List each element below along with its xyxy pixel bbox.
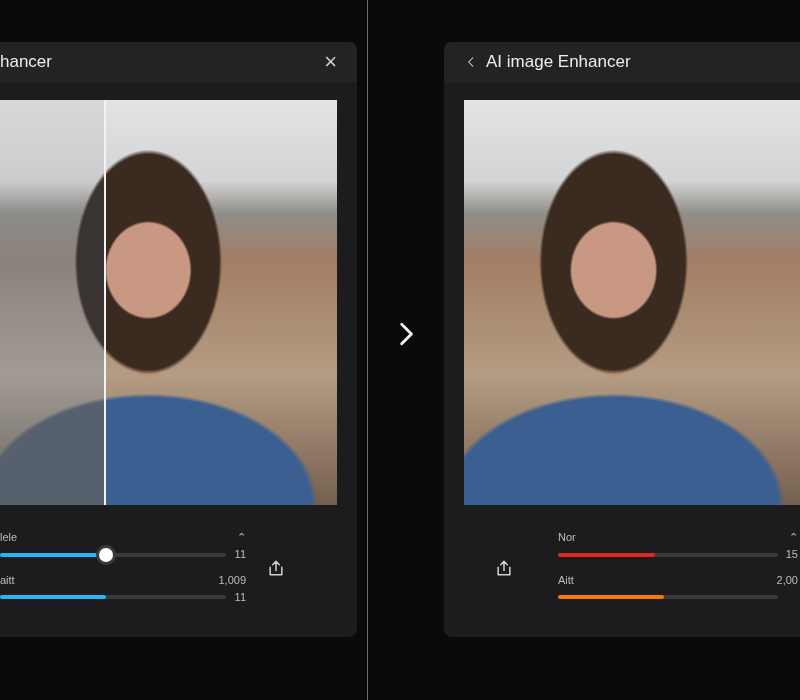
- divider-line: [367, 0, 368, 700]
- slider-knob[interactable]: [96, 545, 116, 565]
- controls: Nor ⌃15 Aitt 2,00: [444, 505, 800, 606]
- slider-group: Nor ⌃15 Aitt 2,00: [558, 529, 798, 606]
- title-bar: AI image Enhancer: [444, 42, 800, 82]
- slider-reading: 15: [784, 546, 798, 563]
- slider-value: 1,009: [218, 572, 246, 589]
- slider-reading: 11: [232, 546, 246, 563]
- slider-track[interactable]: [558, 595, 778, 599]
- slider-value: 2,00: [777, 572, 798, 589]
- slider-label: aitt: [0, 572, 15, 589]
- slider-line: 11: [0, 546, 246, 564]
- slider-track[interactable]: [558, 553, 778, 557]
- panel-title: AI image Enhancer: [486, 49, 800, 75]
- slider-track[interactable]: [0, 595, 226, 599]
- slider-fill: [558, 553, 655, 557]
- slider-fill: [0, 595, 106, 599]
- slider-line: 11: [0, 588, 246, 606]
- slider-fill: [558, 595, 664, 599]
- slider-header: Nor ⌃: [558, 529, 798, 546]
- slider-header: lele ⌃: [0, 529, 246, 546]
- chevron-right-icon[interactable]: [393, 314, 419, 354]
- share-icon[interactable]: [266, 558, 286, 578]
- photo-area: [0, 82, 357, 505]
- photo: [0, 100, 337, 505]
- slider-label: lele: [0, 529, 17, 546]
- share-icon[interactable]: [494, 558, 514, 578]
- panel-title: hancer: [0, 49, 316, 75]
- next-arrow: [368, 42, 444, 354]
- enhancer-panel: AI image Enhancer Nor ⌃15 Aitt 2,00: [444, 42, 800, 637]
- controls: lele⌃11aitt1,00911: [0, 505, 357, 606]
- enhancer-panel: hancer×lele⌃11aitt1,00911: [0, 42, 357, 637]
- slider-group: lele⌃11aitt1,00911: [0, 529, 246, 606]
- slider-line: [558, 588, 798, 606]
- slider-track[interactable]: [0, 553, 226, 557]
- close-button[interactable]: ×: [324, 51, 337, 73]
- slider-header: aitt 1,009: [0, 572, 246, 589]
- slider-line: 15: [558, 546, 798, 564]
- stage: hancer×lele⌃11aitt1,00911AI image Enhanc…: [0, 0, 800, 700]
- slider-label: Nor: [558, 529, 576, 546]
- compare-divider[interactable]: [104, 100, 106, 505]
- photo-area: [444, 82, 800, 505]
- slider-header: Aitt 2,00: [558, 572, 798, 589]
- slider-fill: [0, 553, 106, 557]
- slider-row: aitt 1,00911: [0, 572, 246, 607]
- slider-reading: 11: [232, 589, 246, 606]
- collapse-toggle[interactable]: ⌃: [789, 529, 798, 546]
- slider-row: lele ⌃11: [0, 529, 246, 564]
- before-half: [0, 100, 104, 505]
- title-bar: hancer ×: [0, 42, 357, 82]
- back-icon[interactable]: [464, 55, 478, 69]
- photo: [464, 100, 800, 505]
- collapse-toggle[interactable]: ⌃: [237, 529, 246, 546]
- slider-row: Aitt 2,00: [558, 572, 798, 607]
- slider-row: Nor ⌃15: [558, 529, 798, 564]
- slider-label: Aitt: [558, 572, 574, 589]
